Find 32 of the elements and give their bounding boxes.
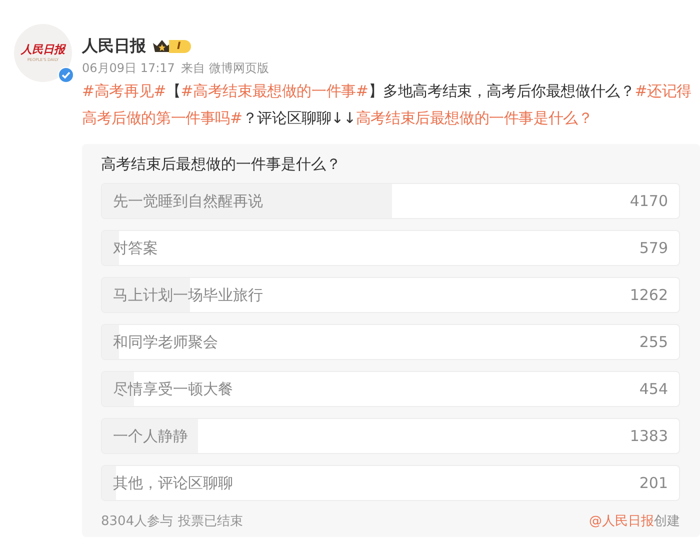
option-label: 马上计划一场毕业旅行 [113,284,263,306]
option-label: 尽情享受一顿大餐 [113,378,233,400]
poll-question: 高考结束后最想做的一件事是什么？ [101,154,342,174]
vote-count: 4170 [630,190,668,212]
vote-count: 579 [639,238,668,259]
vote-count: 1262 [630,284,668,306]
poll-option[interactable]: 一个人静静 1383 [101,418,680,454]
creator-link[interactable]: @人民日报 [589,513,654,531]
option-label: 对答案 [113,238,158,259]
author-name[interactable]: 人民日报 [82,38,146,54]
poll-option[interactable]: 和同学老师聚会 255 [101,324,680,360]
logo-title: 人民日报 [21,44,65,55]
poll-option[interactable]: 对答案 579 [101,230,680,266]
poll-option[interactable]: 先一觉睡到自然醒再说 4170 [101,183,680,219]
option-label: 先一觉睡到自然醒再说 [113,190,263,212]
vote-count: 201 [639,472,668,494]
option-label: 和同学老师聚会 [113,332,218,353]
poll-option[interactable]: 马上计划一场毕业旅行 1262 [101,277,680,313]
post-time[interactable]: 06月09日 17:17 [82,60,175,76]
poll-status: 投票已结束 [178,513,244,531]
level-label: I [169,40,191,52]
option-label: 其他，评论区聊聊 [113,472,233,494]
vote-count: 454 [639,378,668,400]
poll-option[interactable]: 尽情享受一顿大餐 454 [101,371,680,407]
created-label: 创建 [654,513,680,531]
poll-option[interactable]: 其他，评论区聊聊 201 [101,465,680,501]
vote-count: 255 [639,332,668,353]
participant-count: 8304人参与 [101,513,174,531]
vote-count: 1383 [630,426,668,447]
post-source: 来自 微博网页版 [180,60,269,76]
post-text: #高考再见#【#高考结束最想做的一件事#】多地高考结束，高考后你最想做什么？#还记得高考后做的第一件事吗#？评论区聊聊↓↓高考结束后最想做的一件事是什么？ [82,81,692,129]
option-label: 一个人静静 [113,426,188,447]
